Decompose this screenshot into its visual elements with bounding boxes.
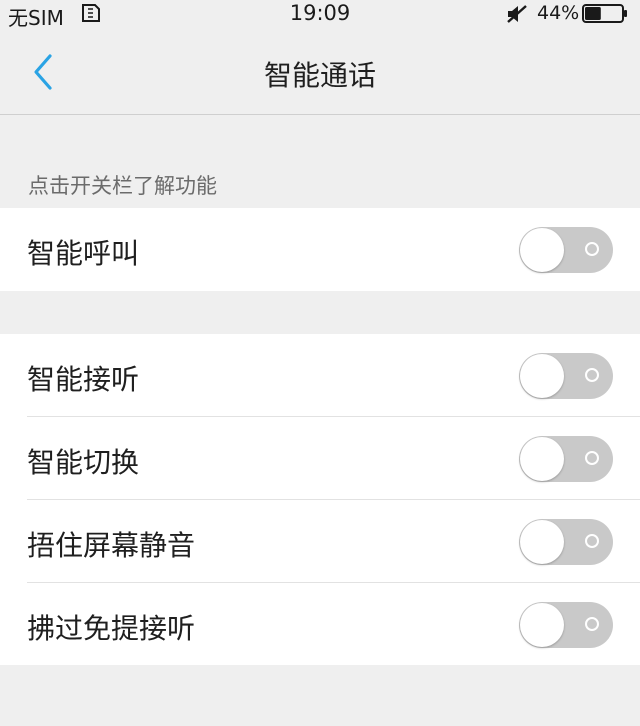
toggle-knob [520,520,564,564]
smart-answer-toggle[interactable] [519,353,613,399]
status-bar: 无SIM 19:09 44% [0,0,640,30]
mute-icon [507,5,527,23]
toggle-off-icon [585,242,599,256]
battery-icon [582,4,627,23]
setting-label: 拂过免提接听 [27,612,196,645]
toggle-off-icon [585,368,599,382]
setting-row-smart-answer[interactable]: 智能接听 [0,334,640,417]
section-hint: 点击开关栏了解功能 [28,174,217,198]
settings-group-2: 智能接听 智能切换 捂住屏幕静音 拂过免提接听 [0,334,640,665]
setting-row-cover-mute[interactable]: 捂住屏幕静音 [0,500,640,583]
smart-call-settings-screen: 无SIM 19:09 44% 智能通话 点击开关栏了解功能 智能呼叫 智能接听 … [0,0,640,726]
toggle-off-icon [585,451,599,465]
smart-call-toggle[interactable] [519,227,613,273]
toggle-knob [520,437,564,481]
setting-label: 捂住屏幕静音 [27,529,196,562]
setting-row-smart-switch[interactable]: 智能切换 [0,417,640,500]
toggle-knob [520,228,564,272]
setting-row-wave-speaker-answer[interactable]: 拂过免提接听 [0,583,640,666]
toggle-knob [520,354,564,398]
page-title: 智能通话 [263,59,376,92]
toggle-off-icon [585,617,599,631]
settings-group-1: 智能呼叫 [0,208,640,291]
toggle-off-icon [585,534,599,548]
setting-label: 智能接听 [27,363,140,396]
setting-row-smart-call[interactable]: 智能呼叫 [0,208,640,291]
toggle-knob [520,603,564,647]
smart-switch-toggle[interactable] [519,436,613,482]
setting-label: 智能呼叫 [27,237,140,270]
cover-mute-toggle[interactable] [519,519,613,565]
title-bar: 智能通话 [0,30,640,115]
battery-percent: 44% [537,2,580,24]
wave-speaker-answer-toggle[interactable] [519,602,613,648]
setting-label: 智能切换 [27,446,140,479]
